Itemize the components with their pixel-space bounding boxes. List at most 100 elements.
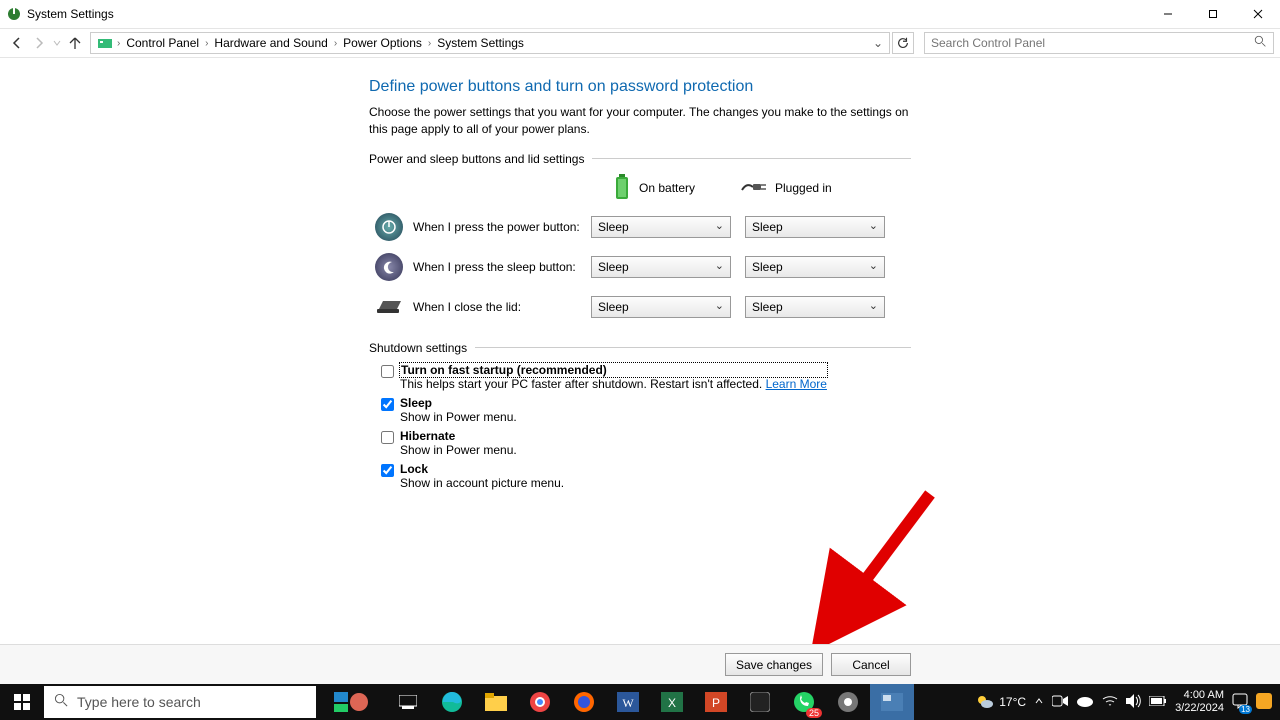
weather-icon: [976, 693, 994, 711]
taskbar[interactable]: Type here to search W X P 25 17°C 4:00 A…: [0, 684, 1280, 720]
tray-app-icon[interactable]: [1256, 693, 1272, 712]
sleep-label: Sleep: [400, 396, 517, 410]
svg-text:W: W: [622, 696, 634, 710]
power-buttons-group: Power and sleep buttons and lid settings…: [369, 152, 911, 333]
maximize-button[interactable]: [1190, 0, 1235, 28]
plug-icon: [741, 180, 767, 197]
lock-label: Lock: [400, 462, 564, 476]
hibernate-label: Hibernate: [400, 429, 517, 443]
tray-chevron-up-icon[interactable]: [1034, 696, 1044, 709]
power-button-icon: [375, 213, 403, 241]
word-icon[interactable]: W: [606, 684, 650, 720]
minimize-button[interactable]: [1145, 0, 1190, 28]
breadcrumb-item[interactable]: Control Panel: [120, 33, 205, 53]
titlebar: System Settings: [0, 0, 1280, 28]
clock[interactable]: 4:00 AM 3/22/2024: [1175, 689, 1224, 714]
plugged-in-header: Plugged in: [741, 174, 891, 203]
group-legend: Power and sleep buttons and lid settings: [369, 152, 592, 166]
chrome-icon[interactable]: [518, 684, 562, 720]
wifi-icon[interactable]: [1102, 695, 1118, 710]
sleep-button-battery-select[interactable]: Sleep: [591, 256, 731, 278]
power-options-icon: [6, 6, 22, 22]
recent-dropdown[interactable]: [50, 32, 64, 54]
notification-icon[interactable]: 13: [1232, 693, 1248, 712]
shutdown-settings-group: Shutdown settings Turn on fast startup (…: [369, 341, 911, 495]
power-button-row: When I press the power button: Sleep Sle…: [369, 213, 911, 241]
back-button[interactable]: [6, 32, 28, 54]
page-heading: Define power buttons and turn on passwor…: [369, 78, 911, 96]
breadcrumb[interactable]: › Control Panel › Hardware and Sound › P…: [90, 32, 890, 54]
power-button-plugged-select[interactable]: Sleep: [745, 216, 885, 238]
breadcrumb-dropdown[interactable]: ⌄: [869, 36, 887, 50]
forward-button[interactable]: [28, 32, 50, 54]
search-box[interactable]: [924, 32, 1274, 54]
search-icon[interactable]: [1254, 35, 1267, 51]
sleep-button-row: When I press the sleep button: Sleep Sle…: [369, 253, 911, 281]
close-lid-battery-select[interactable]: Sleep: [591, 296, 731, 318]
file-explorer-icon[interactable]: [474, 684, 518, 720]
fast-startup-item: Turn on fast startup (recommended) This …: [369, 363, 911, 391]
close-lid-plugged-select[interactable]: Sleep: [745, 296, 885, 318]
hibernate-checkbox[interactable]: [381, 431, 394, 444]
fast-startup-desc: This helps start your PC faster after sh…: [400, 377, 827, 391]
sleep-button-icon: [375, 253, 403, 281]
app-icon[interactable]: [738, 684, 782, 720]
fast-startup-checkbox[interactable]: [381, 365, 394, 378]
refresh-button[interactable]: [892, 32, 914, 54]
page-description: Choose the power settings that you want …: [369, 104, 911, 138]
sleep-desc: Show in Power menu.: [400, 410, 517, 424]
onedrive-icon[interactable]: [1076, 695, 1094, 710]
lid-icon: [375, 293, 403, 321]
footer-bar: Save changes Cancel: [0, 644, 1280, 684]
power-button-battery-select[interactable]: Sleep: [591, 216, 731, 238]
svg-text:P: P: [712, 696, 720, 710]
sleep-checkbox[interactable]: [381, 398, 394, 411]
control-panel-icon: [97, 35, 113, 51]
search-input[interactable]: [931, 36, 1254, 50]
address-bar: › Control Panel › Hardware and Sound › P…: [0, 28, 1280, 58]
volume-icon[interactable]: [1126, 694, 1141, 711]
close-lid-row: When I close the lid: Sleep Sleep: [369, 293, 911, 321]
lock-item: Lock Show in account picture menu.: [369, 462, 911, 490]
weather-widget[interactable]: 17°C: [976, 693, 1026, 711]
close-button[interactable]: [1235, 0, 1280, 28]
breadcrumb-item[interactable]: Power Options: [337, 33, 428, 53]
taskbar-search[interactable]: Type here to search: [44, 686, 316, 718]
whatsapp-icon[interactable]: 25: [782, 684, 826, 720]
control-panel-taskbar-icon[interactable]: [870, 684, 914, 720]
fast-startup-label: Turn on fast startup (recommended): [400, 363, 827, 377]
up-button[interactable]: [64, 32, 86, 54]
meet-now-icon[interactable]: [1052, 694, 1068, 711]
row-label: When I press the sleep button:: [413, 260, 591, 274]
on-battery-header: On battery: [591, 174, 741, 203]
lock-desc: Show in account picture menu.: [400, 476, 564, 490]
sleep-button-plugged-select[interactable]: Sleep: [745, 256, 885, 278]
battery-icon: [613, 174, 631, 203]
hibernate-item: Hibernate Show in Power menu.: [369, 429, 911, 457]
system-tray[interactable]: 17°C 4:00 AM 3/22/2024 13: [976, 689, 1280, 714]
taskbar-widgets-icon[interactable]: [316, 684, 386, 720]
content-area: Define power buttons and turn on passwor…: [0, 58, 1280, 644]
lock-checkbox[interactable]: [381, 464, 394, 477]
svg-text:X: X: [668, 696, 676, 710]
start-button[interactable]: [0, 684, 44, 720]
row-label: When I close the lid:: [413, 300, 591, 314]
powerpoint-icon[interactable]: P: [694, 684, 738, 720]
window-title: System Settings: [27, 7, 114, 21]
save-changes-button[interactable]: Save changes: [725, 653, 823, 676]
battery-tray-icon[interactable]: [1149, 696, 1167, 709]
firefox-icon[interactable]: [562, 684, 606, 720]
search-icon: [54, 693, 69, 711]
taskbar-search-placeholder: Type here to search: [77, 694, 201, 710]
chrome-alt-icon[interactable]: [826, 684, 870, 720]
task-view-button[interactable]: [386, 684, 430, 720]
excel-icon[interactable]: X: [650, 684, 694, 720]
breadcrumb-item[interactable]: System Settings: [431, 33, 530, 53]
group-legend: Shutdown settings: [369, 341, 475, 355]
learn-more-link[interactable]: Learn More: [766, 377, 827, 391]
breadcrumb-item[interactable]: Hardware and Sound: [208, 33, 333, 53]
edge-icon[interactable]: [430, 684, 474, 720]
hibernate-desc: Show in Power menu.: [400, 443, 517, 457]
sleep-item: Sleep Show in Power menu.: [369, 396, 911, 424]
cancel-button[interactable]: Cancel: [831, 653, 911, 676]
